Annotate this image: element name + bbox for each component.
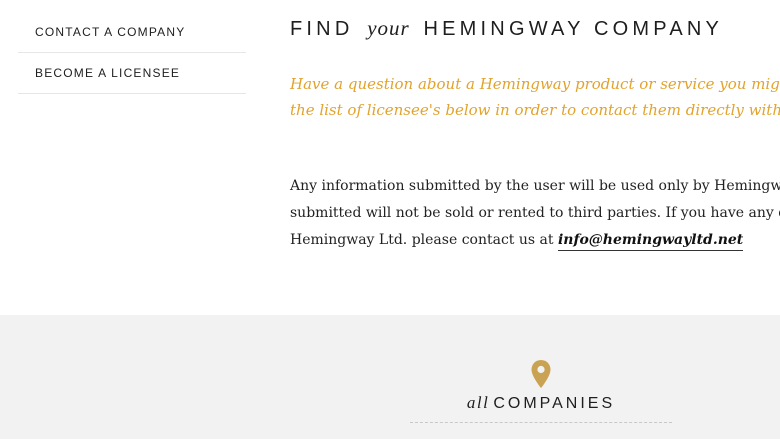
title-suffix: HEMINGWAY COMPANY [423, 18, 724, 40]
privacy-line-1: Any information submitted by the user wi… [290, 178, 780, 194]
intro-text: Have a question about a Hemingway produc… [290, 71, 780, 123]
sidebar-item-become-a-licensee[interactable]: BECOME A LICENSEE [18, 53, 246, 94]
page-title: FIND your HEMINGWAY COMPANY [290, 16, 723, 41]
companies-title-text: COMPANIES [493, 395, 616, 412]
map-pin-icon [531, 360, 551, 388]
privacy-line-2: submitted will not be sold or rented to … [290, 205, 780, 221]
privacy-line-3: Hemingway Ltd. please contact us at info… [290, 227, 780, 254]
sidebar-item-contact-a-company[interactable]: CONTACT A COMPANY [18, 12, 246, 53]
intro-line-1: Have a question about a Hemingway produc… [290, 75, 780, 93]
title-italic-word: your [367, 16, 410, 40]
companies-title-italic: all [466, 393, 490, 412]
privacy-text: Any information submitted by the user wi… [290, 173, 780, 254]
email-link[interactable]: info@hemingwayltd.net [557, 232, 744, 251]
privacy-line-3-text: Hemingway Ltd. please contact us at [290, 232, 558, 248]
companies-section: all COMPANIES [0, 315, 780, 439]
title-prefix: FIND [290, 18, 354, 40]
page: CONTACT A COMPANY BECOME A LICENSEE FIND… [0, 0, 780, 439]
sidebar-nav: CONTACT A COMPANY BECOME A LICENSEE [18, 12, 246, 94]
intro-line-2: the list of licensee's below in order to… [290, 101, 780, 119]
companies-title: all COMPANIES [410, 393, 672, 413]
companies-divider [410, 422, 672, 423]
